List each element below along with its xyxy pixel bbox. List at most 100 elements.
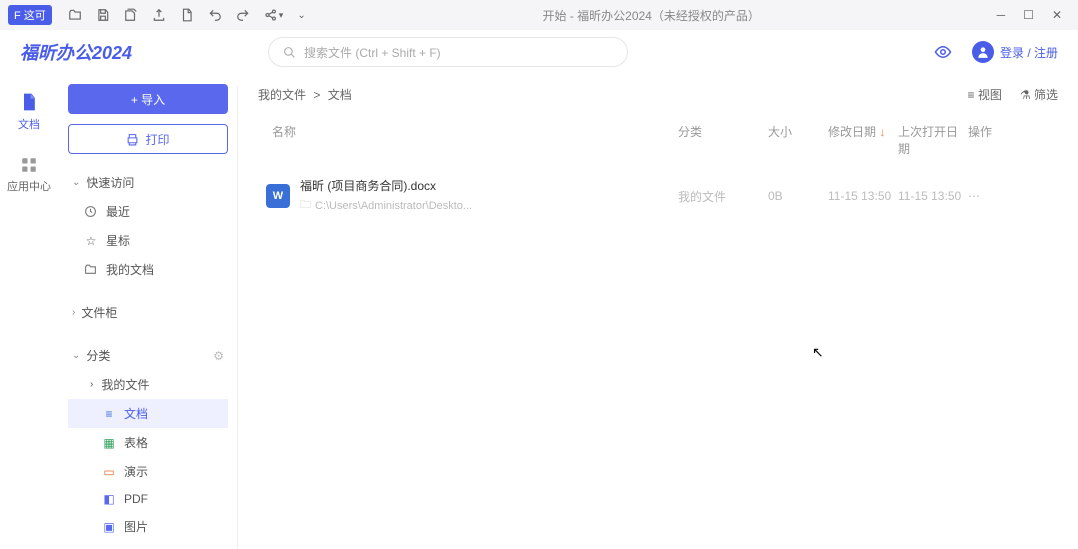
sidebar-myfiles[interactable]: › 我的文件 bbox=[68, 370, 228, 399]
breadcrumb-sep: > bbox=[313, 88, 320, 102]
sidebar-recent-label: 最近 bbox=[106, 203, 130, 220]
word-file-icon: W bbox=[266, 184, 290, 208]
nav-apps-label: 应用中心 bbox=[7, 178, 51, 194]
gear-icon[interactable]: ⚙ bbox=[213, 349, 224, 363]
sidebar-ppt-label: 演示 bbox=[124, 463, 148, 480]
sidebar-docx[interactable]: ≡ 文档 bbox=[68, 399, 228, 428]
app-badge[interactable]: F 这可 bbox=[8, 5, 52, 25]
chevron-down-icon: ⌄ bbox=[72, 350, 80, 361]
redo-icon[interactable] bbox=[236, 8, 250, 22]
sidebar-table-label: 表格 bbox=[124, 434, 148, 451]
file-type: 我的文件 bbox=[678, 188, 768, 205]
folder-small-icon: 🗀 bbox=[300, 196, 311, 215]
login-link[interactable]: 登录 / 注册 bbox=[1000, 44, 1058, 61]
col-opened[interactable]: 上次打开日期 bbox=[898, 123, 968, 157]
minimize-button[interactable]: ─ bbox=[997, 8, 1006, 22]
document-icon bbox=[19, 92, 39, 112]
sidebar-table[interactable]: ▦ 表格 bbox=[68, 428, 228, 457]
pdf-icon: ◧ bbox=[102, 492, 116, 506]
section-folder-label: 文件柜 bbox=[81, 304, 117, 321]
star-icon: ☆ bbox=[84, 234, 98, 248]
sidebar-image[interactable]: ▣ 图片 bbox=[68, 512, 228, 541]
sidebar-myfiles-label: 我的文件 bbox=[101, 376, 149, 393]
app-logo: 福昕办公2024 bbox=[20, 39, 260, 65]
breadcrumb-root[interactable]: 我的文件 bbox=[258, 88, 306, 102]
dropdown-icon[interactable]: ⌄ bbox=[297, 10, 305, 21]
section-quick[interactable]: ⌄ 快速访问 bbox=[68, 168, 228, 197]
sidebar-recent[interactable]: 最近 bbox=[68, 197, 228, 226]
mouse-cursor: ↖ bbox=[812, 344, 824, 361]
search-input[interactable]: 搜索文件 (Ctrl + Shift + F) bbox=[268, 37, 628, 67]
view-toggle[interactable]: ≡ 视图 bbox=[968, 86, 1002, 103]
chevron-right-icon: › bbox=[72, 307, 75, 318]
maximize-button[interactable]: ☐ bbox=[1023, 8, 1034, 22]
file-size: 0B bbox=[768, 189, 828, 203]
nav-apps[interactable]: 应用中心 bbox=[7, 156, 51, 194]
sidebar-image-label: 图片 bbox=[124, 518, 148, 535]
section-category[interactable]: ⌄ 分类 ⚙ bbox=[68, 341, 228, 370]
window-title: 开始 - 福昕办公2024（未经授权的产品） bbox=[306, 7, 997, 24]
titlebar-toolbar: ▾ ⌄ bbox=[68, 8, 306, 22]
close-button[interactable]: ✕ bbox=[1052, 8, 1062, 22]
content-area: 我的文件 > 文档 ≡ 视图 ⚗ 筛选 名称 分类 大小 修改日期 ↓ 上次打开… bbox=[238, 74, 1078, 549]
file-name: 福昕 (项目商务合同).docx bbox=[300, 177, 472, 194]
col-op: 操作 bbox=[968, 123, 1008, 157]
left-nav: 文档 应用中心 bbox=[0, 74, 58, 549]
image-icon: ▣ bbox=[102, 520, 116, 534]
word-icon: ≡ bbox=[102, 407, 116, 421]
save-icon[interactable] bbox=[96, 8, 110, 22]
export-icon[interactable] bbox=[152, 8, 166, 22]
sort-arrow-icon: ↓ bbox=[879, 125, 885, 139]
avatar-icon[interactable] bbox=[972, 41, 994, 63]
clock-icon bbox=[84, 205, 98, 218]
topbar: 福昕办公2024 搜索文件 (Ctrl + Shift + F) 登录 / 注册 bbox=[0, 30, 1078, 74]
file-modified: 11-15 13:50 bbox=[828, 189, 898, 203]
print-label: 打印 bbox=[145, 131, 169, 148]
col-name[interactable]: 名称 bbox=[258, 123, 678, 157]
preview-icon[interactable] bbox=[934, 43, 952, 61]
col-modified[interactable]: 修改日期 ↓ bbox=[828, 123, 898, 157]
col-type[interactable]: 分类 bbox=[678, 123, 768, 157]
file-path: 🗀 C:\Users\Administrator\Deskto... bbox=[300, 196, 472, 215]
sidebar-pdf-label: PDF bbox=[124, 492, 148, 506]
undo-icon[interactable] bbox=[208, 8, 222, 22]
ppt-icon: ▭ bbox=[102, 465, 116, 479]
breadcrumb-leaf: 文档 bbox=[328, 88, 352, 102]
share-icon[interactable]: ▾ bbox=[264, 8, 284, 22]
file-more-button[interactable]: ⋯ bbox=[968, 189, 1008, 203]
sidebar-mydocs[interactable]: 我的文档 bbox=[68, 255, 228, 284]
sidebar-star[interactable]: ☆ 星标 bbox=[68, 226, 228, 255]
file-row[interactable]: W 福昕 (项目商务合同).docx 🗀 C:\Users\Administra… bbox=[258, 167, 1058, 225]
search-placeholder: 搜索文件 (Ctrl + Shift + F) bbox=[304, 44, 441, 61]
chevron-right-icon: › bbox=[90, 379, 93, 390]
search-icon bbox=[283, 46, 296, 59]
sidebar-pdf[interactable]: ◧ PDF bbox=[68, 486, 228, 512]
apps-icon bbox=[20, 156, 38, 174]
import-button[interactable]: + 导入 bbox=[68, 84, 228, 114]
col-size[interactable]: 大小 bbox=[768, 123, 828, 157]
nav-documents-label: 文档 bbox=[18, 116, 40, 132]
breadcrumb[interactable]: 我的文件 > 文档 bbox=[258, 86, 352, 103]
window-controls: ─ ☐ ✕ bbox=[997, 8, 1062, 22]
section-quick-label: 快速访问 bbox=[86, 174, 134, 191]
save-all-icon[interactable] bbox=[124, 8, 138, 22]
sidebar-star-label: 星标 bbox=[106, 232, 130, 249]
folder-icon bbox=[84, 263, 98, 276]
print-button[interactable]: 打印 bbox=[68, 124, 228, 154]
content-header: 我的文件 > 文档 ≡ 视图 ⚗ 筛选 bbox=[258, 86, 1058, 103]
column-headers: 名称 分类 大小 修改日期 ↓ 上次打开日期 操作 bbox=[258, 117, 1058, 167]
new-file-icon[interactable] bbox=[180, 8, 194, 22]
file-opened: 11-15 13:50 bbox=[898, 189, 968, 203]
nav-documents[interactable]: 文档 bbox=[18, 92, 40, 132]
chevron-down-icon: ⌄ bbox=[72, 177, 80, 188]
sidebar: + 导入 打印 ⌄ 快速访问 最近 ☆ 星标 我的文档 › 文件柜 ⌄ bbox=[58, 74, 238, 549]
filter-button[interactable]: ⚗ 筛选 bbox=[1020, 86, 1058, 103]
print-icon bbox=[126, 133, 139, 146]
sidebar-docx-label: 文档 bbox=[124, 405, 148, 422]
sidebar-mydocs-label: 我的文档 bbox=[106, 261, 154, 278]
section-folder[interactable]: › 文件柜 bbox=[68, 298, 228, 327]
open-icon[interactable] bbox=[68, 8, 82, 22]
excel-icon: ▦ bbox=[102, 436, 116, 450]
sidebar-ppt[interactable]: ▭ 演示 bbox=[68, 457, 228, 486]
titlebar: F 这可 ▾ ⌄ 开始 - 福昕办公2024（未经授权的产品） ─ ☐ ✕ bbox=[0, 0, 1078, 30]
